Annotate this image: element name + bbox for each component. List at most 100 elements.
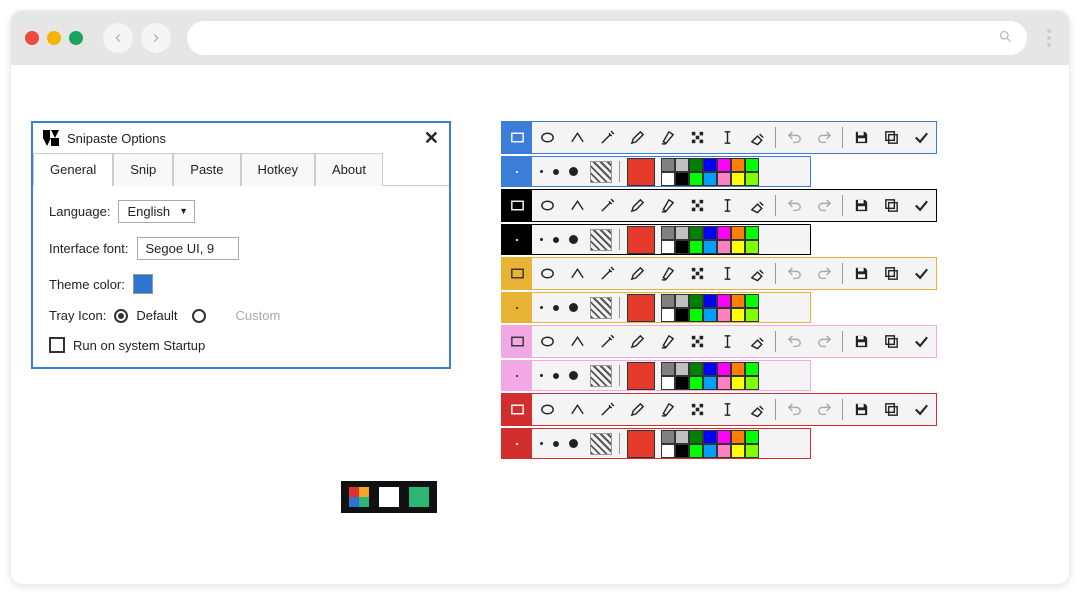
text-tool-icon[interactable] xyxy=(712,122,742,153)
palette-color[interactable] xyxy=(675,362,689,376)
palette-color[interactable] xyxy=(731,172,745,186)
line-tool-icon[interactable] xyxy=(562,190,592,221)
palette-color[interactable] xyxy=(731,430,745,444)
nav-back-button[interactable] xyxy=(103,23,133,53)
palette-color[interactable] xyxy=(717,444,731,458)
palette-color[interactable] xyxy=(675,430,689,444)
tray-icon-variant-0[interactable] xyxy=(349,487,369,507)
language-select[interactable]: English xyxy=(118,200,195,223)
done-tool-icon[interactable] xyxy=(906,326,936,357)
theme-color-swatch[interactable] xyxy=(133,274,153,294)
copy-tool-icon[interactable] xyxy=(876,326,906,357)
line-tool-icon[interactable] xyxy=(562,326,592,357)
palette-color[interactable] xyxy=(689,158,703,172)
pencil-tool-icon[interactable] xyxy=(622,258,652,289)
palette-color[interactable] xyxy=(717,294,731,308)
address-bar[interactable] xyxy=(187,21,1027,55)
tab-hotkey[interactable]: Hotkey xyxy=(241,153,315,186)
palette-color[interactable] xyxy=(731,444,745,458)
tray-icon-variant-2[interactable] xyxy=(409,487,429,507)
browser-menu-button[interactable] xyxy=(1043,29,1055,47)
palette-color[interactable] xyxy=(717,172,731,186)
redo-tool-icon[interactable] xyxy=(809,326,839,357)
current-color-swatch[interactable] xyxy=(627,430,655,458)
tab-snip[interactable]: Snip xyxy=(113,153,173,186)
palette-color[interactable] xyxy=(731,308,745,322)
done-tool-icon[interactable] xyxy=(906,394,936,425)
palette-color[interactable] xyxy=(745,172,759,186)
palette-color[interactable] xyxy=(745,444,759,458)
highlighter-tool-icon[interactable] xyxy=(652,258,682,289)
palette-color[interactable] xyxy=(731,362,745,376)
palette-color[interactable] xyxy=(675,240,689,254)
undo-tool-icon[interactable] xyxy=(779,190,809,221)
palette-color[interactable] xyxy=(689,226,703,240)
current-color-swatch[interactable] xyxy=(627,158,655,186)
done-tool-icon[interactable] xyxy=(906,122,936,153)
save-tool-icon[interactable] xyxy=(846,122,876,153)
tray-radio-default[interactable] xyxy=(114,309,128,323)
palette-color[interactable] xyxy=(745,376,759,390)
save-tool-icon[interactable] xyxy=(846,258,876,289)
palette-color[interactable] xyxy=(731,294,745,308)
stroke-size-dots[interactable] xyxy=(532,235,586,244)
palette-color[interactable] xyxy=(689,376,703,390)
rect-tool-icon[interactable] xyxy=(502,326,532,357)
color-palette[interactable] xyxy=(661,158,759,186)
palette-color[interactable] xyxy=(689,172,703,186)
fill-pattern-icon[interactable] xyxy=(590,433,612,455)
nav-forward-button[interactable] xyxy=(141,23,171,53)
stroke-size-dots[interactable] xyxy=(532,303,586,312)
palette-color[interactable] xyxy=(675,158,689,172)
palette-color[interactable] xyxy=(675,226,689,240)
palette-color[interactable] xyxy=(731,376,745,390)
undo-tool-icon[interactable] xyxy=(779,326,809,357)
color-palette[interactable] xyxy=(661,362,759,390)
fill-pattern-icon[interactable] xyxy=(590,229,612,251)
palette-color[interactable] xyxy=(745,362,759,376)
palette-color[interactable] xyxy=(745,308,759,322)
palette-color[interactable] xyxy=(703,294,717,308)
palette-color[interactable] xyxy=(731,240,745,254)
rect-tool-icon[interactable] xyxy=(502,122,532,153)
redo-tool-icon[interactable] xyxy=(809,190,839,221)
oval-tool-icon[interactable] xyxy=(532,258,562,289)
text-tool-icon[interactable] xyxy=(712,394,742,425)
palette-color[interactable] xyxy=(703,362,717,376)
palette-color[interactable] xyxy=(717,376,731,390)
palette-color[interactable] xyxy=(745,430,759,444)
current-color-swatch[interactable] xyxy=(627,226,655,254)
mosaic-tool-icon[interactable] xyxy=(682,394,712,425)
palette-color[interactable] xyxy=(675,308,689,322)
window-min-dot[interactable] xyxy=(47,31,61,45)
highlighter-tool-icon[interactable] xyxy=(652,326,682,357)
highlighter-tool-icon[interactable] xyxy=(652,394,682,425)
palette-color[interactable] xyxy=(745,294,759,308)
palette-color[interactable] xyxy=(717,226,731,240)
text-tool-icon[interactable] xyxy=(712,326,742,357)
palette-color[interactable] xyxy=(675,376,689,390)
palette-color[interactable] xyxy=(675,172,689,186)
palette-color[interactable] xyxy=(703,240,717,254)
mosaic-tool-icon[interactable] xyxy=(682,122,712,153)
fill-pattern-icon[interactable] xyxy=(590,161,612,183)
palette-color[interactable] xyxy=(703,308,717,322)
pencil-tool-icon[interactable] xyxy=(622,190,652,221)
tray-radio-custom[interactable] xyxy=(192,309,206,323)
palette-color[interactable] xyxy=(661,362,675,376)
copy-tool-icon[interactable] xyxy=(876,394,906,425)
palette-color[interactable] xyxy=(661,376,675,390)
pencil-tool-icon[interactable] xyxy=(622,326,652,357)
palette-color[interactable] xyxy=(717,240,731,254)
tab-about[interactable]: About xyxy=(315,153,383,186)
copy-tool-icon[interactable] xyxy=(876,122,906,153)
palette-color[interactable] xyxy=(717,158,731,172)
startup-checkbox[interactable] xyxy=(49,337,65,353)
palette-color[interactable] xyxy=(703,226,717,240)
mosaic-tool-icon[interactable] xyxy=(682,258,712,289)
rect-tool-icon[interactable] xyxy=(502,190,532,221)
palette-color[interactable] xyxy=(689,444,703,458)
palette-color[interactable] xyxy=(689,294,703,308)
done-tool-icon[interactable] xyxy=(906,258,936,289)
current-color-swatch[interactable] xyxy=(627,362,655,390)
